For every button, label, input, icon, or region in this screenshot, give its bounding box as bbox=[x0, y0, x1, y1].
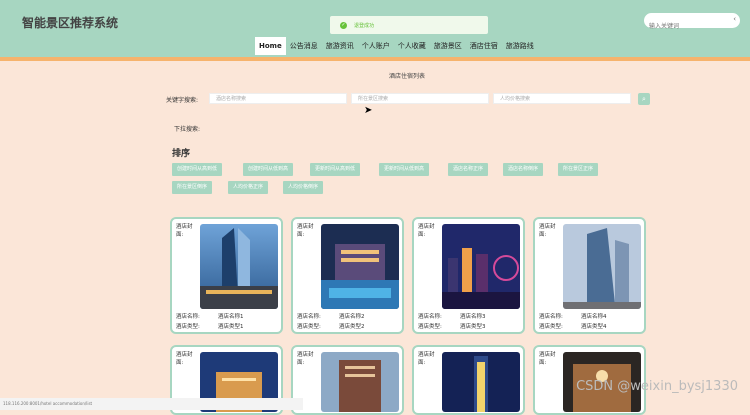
accent-bar bbox=[0, 57, 750, 61]
hotel-cover-image bbox=[200, 224, 278, 309]
hotel-card[interactable]: 酒店封面: 酒店名称: 酒店名称1 酒店类型: 酒店类型1 bbox=[170, 217, 283, 334]
sort-scenic-area-asc-button[interactable]: 所在景区正序 bbox=[558, 163, 599, 176]
hotel-card[interactable]: 酒店封面: 酒店名称: 酒店名称4 酒店类型: 酒店类型4 bbox=[533, 217, 646, 334]
sort-updated-desc-button[interactable]: 更新时间从高到低 bbox=[310, 163, 361, 176]
hotel-name-value: 酒店名称3 bbox=[460, 314, 486, 320]
nav-travel-news[interactable]: 旅游资讯 bbox=[322, 37, 358, 55]
sort-price-desc-button[interactable]: 人均价格倒序 bbox=[283, 181, 324, 194]
hotel-name-row: 酒店名称: 酒店名称1 bbox=[176, 312, 244, 320]
hotel-type-row: 酒店类型: 酒店类型3 bbox=[418, 322, 486, 330]
hotel-type-value: 酒店类型3 bbox=[460, 324, 486, 330]
mouse-cursor-icon: ➤ bbox=[364, 105, 373, 116]
dropdown-search-label: 下拉搜索: bbox=[174, 126, 201, 133]
search-icon: ⌕ bbox=[642, 95, 646, 103]
hotel-name-label: 酒店名称: bbox=[539, 314, 563, 320]
nav-scenic-areas[interactable]: 旅游景区 bbox=[430, 37, 466, 55]
site-title: 智能景区推荐系统 bbox=[22, 16, 119, 30]
cover-label: 酒店封面: bbox=[418, 224, 435, 238]
cover-label: 酒店封面: bbox=[297, 224, 314, 238]
cover-label: 酒店封面: bbox=[297, 352, 314, 366]
main-nav: Home 公告消息 旅游资讯 个人账户 个人收藏 旅游景区 酒店住宿 旅游路线 bbox=[255, 37, 538, 55]
hotel-type-value: 酒店类型2 bbox=[339, 324, 365, 330]
price-search-input[interactable]: 人均价格搜索 bbox=[493, 93, 631, 104]
watermark: CSDN @weixin_bysj1330 bbox=[576, 379, 738, 394]
sort-hotel-name-desc-button[interactable]: 酒店名称倒序 bbox=[503, 163, 544, 176]
hotel-type-value: 酒店类型4 bbox=[581, 324, 607, 330]
nav-hotels[interactable]: 酒店住宿 bbox=[466, 37, 502, 55]
hotel-cover-image bbox=[321, 224, 399, 309]
header-search-input[interactable] bbox=[644, 19, 727, 34]
search-icon[interactable]: ‹ bbox=[733, 15, 736, 23]
header-search: ‹ bbox=[644, 13, 740, 34]
hotel-cover-image bbox=[442, 352, 520, 412]
sort-updated-asc-button[interactable]: 更新时间从低到高 bbox=[379, 163, 430, 176]
hotel-type-row: 酒店类型: 酒店类型4 bbox=[539, 322, 607, 330]
cover-label: 酒店封面: bbox=[418, 352, 435, 366]
cover-label: 酒店封面: bbox=[176, 224, 193, 238]
hotel-type-label: 酒店类型: bbox=[418, 324, 442, 330]
cover-label: 酒店封面: bbox=[539, 224, 556, 238]
hotel-name-label: 酒店名称: bbox=[297, 314, 321, 320]
hotel-cover-image bbox=[563, 224, 641, 309]
page-title: 酒店住宿列表 bbox=[389, 73, 426, 80]
hotel-type-row: 酒店类型: 酒店类型2 bbox=[297, 322, 365, 330]
keyword-search-label: 关键字搜索: bbox=[166, 97, 199, 104]
hotel-name-value: 酒店名称4 bbox=[581, 314, 607, 320]
hotel-cover-image bbox=[442, 224, 520, 309]
check-circle-icon: ✓ bbox=[340, 21, 347, 29]
sort-hotel-name-asc-button[interactable]: 酒店名称正序 bbox=[448, 163, 489, 176]
hotel-card[interactable]: 酒店封面: 酒店名称: 酒店名称3 酒店类型: 酒店类型3 bbox=[412, 217, 525, 334]
sort-title: 排序 bbox=[172, 149, 191, 159]
sort-created-desc-button[interactable]: 创建时间从高到低 bbox=[172, 163, 223, 176]
hotel-name-value: 酒店名称1 bbox=[218, 314, 244, 320]
hotel-name-value: 酒店名称2 bbox=[339, 314, 365, 320]
hotel-name-label: 酒店名称: bbox=[176, 314, 200, 320]
sort-price-asc-button[interactable]: 人均价格正序 bbox=[228, 181, 269, 194]
cover-label: 酒店封面: bbox=[539, 352, 556, 366]
nav-home[interactable]: Home bbox=[255, 37, 286, 55]
nav-personal-account[interactable]: 个人账户 bbox=[358, 37, 394, 55]
nav-announcements[interactable]: 公告消息 bbox=[286, 37, 322, 55]
hotel-type-row: 酒店类型: 酒店类型1 bbox=[176, 322, 244, 330]
hotel-name-label: 酒店名称: bbox=[418, 314, 442, 320]
hotel-card[interactable]: 酒店封面: bbox=[412, 345, 525, 415]
scenic-area-search-input[interactable]: 所在景区搜索 bbox=[351, 93, 489, 104]
nav-routes[interactable]: 旅游路线 bbox=[502, 37, 538, 55]
sort-scenic-area-desc-button[interactable]: 所在景区倒序 bbox=[172, 181, 213, 194]
hotel-name-search-input[interactable]: 酒店名称搜索 bbox=[209, 93, 347, 104]
success-toast: ✓ 退登成功 bbox=[330, 16, 488, 34]
status-bar-url: 118.116.200:8001/hotel accommodation/lis… bbox=[0, 398, 303, 410]
search-button[interactable]: ⌕ bbox=[638, 93, 650, 105]
hotel-type-label: 酒店类型: bbox=[176, 324, 200, 330]
header: 智能景区推荐系统 ✓ 退登成功 ‹ Home 公告消息 旅游资讯 个人账户 个人… bbox=[0, 0, 750, 57]
hotel-name-row: 酒店名称: 酒店名称3 bbox=[418, 312, 486, 320]
sort-created-asc-button[interactable]: 创建时间从低到高 bbox=[243, 163, 294, 176]
hotel-name-row: 酒店名称: 酒店名称4 bbox=[539, 312, 607, 320]
hotel-card[interactable]: 酒店封面: 酒店名称: 酒店名称2 酒店类型: 酒店类型2 bbox=[291, 217, 404, 334]
nav-favorites[interactable]: 个人收藏 bbox=[394, 37, 430, 55]
hotel-type-value: 酒店类型1 bbox=[218, 324, 244, 330]
hotel-card[interactable]: 酒店封面: bbox=[291, 345, 404, 415]
hotel-name-row: 酒店名称: 酒店名称2 bbox=[297, 312, 365, 320]
toast-message: 退登成功 bbox=[354, 22, 375, 29]
hotel-type-label: 酒店类型: bbox=[539, 324, 563, 330]
hotel-cover-image bbox=[321, 352, 399, 412]
hotel-type-label: 酒店类型: bbox=[297, 324, 321, 330]
cover-label: 酒店封面: bbox=[176, 352, 193, 366]
